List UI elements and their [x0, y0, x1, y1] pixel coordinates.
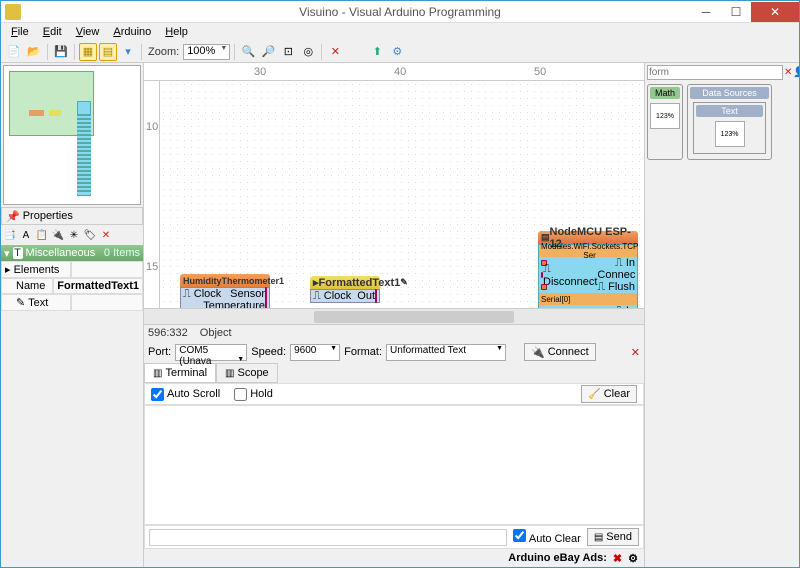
- card-header: Math: [650, 87, 680, 99]
- delete-button[interactable]: ✕: [326, 43, 344, 61]
- layers-button[interactable]: ▾: [119, 43, 137, 61]
- prop-del-icon[interactable]: ✕: [99, 228, 113, 242]
- zoom-label: Zoom:: [148, 46, 179, 58]
- pin-out[interactable]: [375, 289, 377, 303]
- properties-header: 📌 Properties: [1, 207, 143, 225]
- send-bar: Auto Clear ▤ Send: [144, 525, 644, 549]
- new-button[interactable]: 📄: [5, 43, 23, 61]
- node-humidity-thermometer[interactable]: HumidityThermometer1 ⎍ ClockSensor Tempe…: [180, 274, 270, 308]
- port-select[interactable]: COM5 (Unava: [175, 344, 247, 361]
- search-clear-icon[interactable]: ✕: [784, 65, 792, 79]
- autoclear-check[interactable]: Auto Clear: [513, 529, 580, 545]
- ads-close-icon[interactable]: ✖: [613, 552, 622, 565]
- card-icon: 123%: [715, 121, 745, 147]
- port-label: Port:: [148, 346, 171, 358]
- zoom-out-icon[interactable]: 🔎: [259, 43, 277, 61]
- tab-scope[interactable]: ▥ Scope: [216, 363, 278, 383]
- zoom-in-icon[interactable]: 🔍: [239, 43, 257, 61]
- minimap[interactable]: [3, 65, 141, 205]
- card-sub-header: Text: [696, 105, 763, 117]
- ads-gear-icon[interactable]: ⚙: [628, 552, 638, 565]
- category-label: Miscellaneous: [26, 247, 96, 259]
- zoom-reset-icon[interactable]: ◎: [299, 43, 317, 61]
- properties-title: Properties: [23, 210, 73, 222]
- prop-row-text[interactable]: ✎ Text: [1, 294, 143, 311]
- minimize-button[interactable]: ─: [691, 2, 721, 22]
- send-input[interactable]: [149, 529, 507, 546]
- card-data-sources[interactable]: Data Sources Text 123%: [687, 84, 772, 160]
- bottom-tabs: ▥ Terminal ▥ Scope: [144, 363, 644, 383]
- properties-toolbar: 📑 A 📋 🔌 ✳ 🏷 ✕: [1, 225, 143, 245]
- format-select[interactable]: Unformatted Text: [386, 344, 506, 361]
- status-object: Object: [200, 327, 232, 339]
- prop-ins-icon[interactable]: 📋: [35, 228, 49, 242]
- close-panel-icon[interactable]: ✕: [631, 346, 640, 359]
- connection-bar: Port: COM5 (Unava Speed: 9600 Format: Un…: [144, 341, 644, 363]
- terminal-output: [144, 405, 644, 525]
- main-toolbar: 📄 📂 💾 ▦ ▤ ▾ Zoom: 100% 🔍 🔎 ⊡ ◎ ✕ ⬆ ⚙: [1, 41, 799, 63]
- items-count: 0 Items: [104, 247, 140, 259]
- menu-file[interactable]: File: [5, 25, 35, 39]
- open-button[interactable]: 📂: [25, 43, 43, 61]
- ruler-vertical: 10 15: [144, 81, 160, 308]
- status-bar: 596:332 Object: [144, 325, 644, 341]
- menu-edit[interactable]: Edit: [37, 25, 68, 39]
- search-input[interactable]: [647, 65, 783, 80]
- menu-help[interactable]: Help: [159, 25, 194, 39]
- card-math[interactable]: Math 123%: [647, 84, 683, 160]
- window-title: Visuino - Visual Arduino Programming: [299, 5, 501, 19]
- status-coords: 596:332: [148, 327, 188, 339]
- node-nodemcu[interactable]: ▤ NodeMCU ESP-12 Modules.WiFi.Sockets.TC…: [538, 231, 638, 308]
- card-header: Data Sources: [690, 87, 769, 99]
- canvas[interactable]: HumidityThermometer1 ⎍ ClockSensor Tempe…: [160, 81, 644, 308]
- pin-out[interactable]: [265, 299, 267, 308]
- title-bar: Visuino - Visual Arduino Programming ─ ☐…: [1, 1, 799, 23]
- format-label: Format:: [344, 346, 382, 358]
- settings-button[interactable]: ⚙: [388, 43, 406, 61]
- category-row[interactable]: ▾ T Miscellaneous 0 Items: [1, 245, 143, 261]
- card-icon: 123%: [650, 103, 680, 129]
- speed-select[interactable]: 9600: [290, 344, 340, 361]
- search-user-icon[interactable]: 👤: [793, 65, 799, 79]
- prop-cat-icon[interactable]: 📑: [3, 228, 17, 242]
- pin-in[interactable]: [541, 284, 547, 290]
- zoom-select[interactable]: 100%: [183, 44, 230, 60]
- hold-check[interactable]: Hold: [234, 388, 273, 401]
- send-button[interactable]: ▤ Send: [587, 528, 639, 546]
- menu-view[interactable]: View: [70, 25, 106, 39]
- component-panel: ✕ 👤 ▦ ▥ Math 123% Data Sources Text 123%: [644, 63, 799, 567]
- connect-button[interactable]: 🔌Connect: [524, 343, 596, 361]
- node-header: FormattedText1: [319, 277, 401, 289]
- grid-button[interactable]: ▦: [79, 43, 97, 61]
- zoom-fit-icon[interactable]: ⊡: [279, 43, 297, 61]
- menu-bar: File Edit View Arduino Help: [1, 23, 799, 41]
- horizontal-scrollbar[interactable]: [144, 308, 644, 324]
- ruler-horizontal: 30 40 50: [144, 63, 644, 81]
- autoscroll-check[interactable]: Auto Scroll: [151, 388, 220, 401]
- prop-row-elements[interactable]: ▸ Elements: [1, 261, 143, 278]
- ads-label: Arduino eBay Ads:: [508, 552, 607, 564]
- prop-az-icon[interactable]: A: [19, 228, 33, 242]
- node-header: HumidityThermometer1: [180, 274, 270, 287]
- upload-button[interactable]: ⬆: [368, 43, 386, 61]
- clear-button[interactable]: 🧹 Clear: [581, 385, 637, 403]
- save-button[interactable]: 💾: [52, 43, 70, 61]
- prop-tag-icon[interactable]: 🏷: [83, 228, 97, 242]
- node-formatted-text[interactable]: ▸ FormattedText1 ✎ ⎍ ClockOut: [310, 276, 380, 303]
- prop-conn-icon[interactable]: 🔌: [51, 228, 65, 242]
- maximize-button[interactable]: ☐: [721, 2, 751, 22]
- close-button[interactable]: ✕: [751, 2, 799, 22]
- prop-row-name[interactable]: Name FormattedText1: [1, 278, 143, 294]
- speed-label: Speed:: [251, 346, 286, 358]
- app-icon: [5, 4, 21, 20]
- footer-bar: Arduino eBay Ads: ✖ ⚙: [144, 549, 644, 567]
- snap-button[interactable]: ▤: [99, 43, 117, 61]
- pin-icon[interactable]: 📌: [6, 210, 20, 223]
- prop-star-icon[interactable]: ✳: [67, 228, 81, 242]
- menu-arduino[interactable]: Arduino: [107, 25, 157, 39]
- terminal-controls: Auto Scroll Hold 🧹 Clear: [144, 383, 644, 405]
